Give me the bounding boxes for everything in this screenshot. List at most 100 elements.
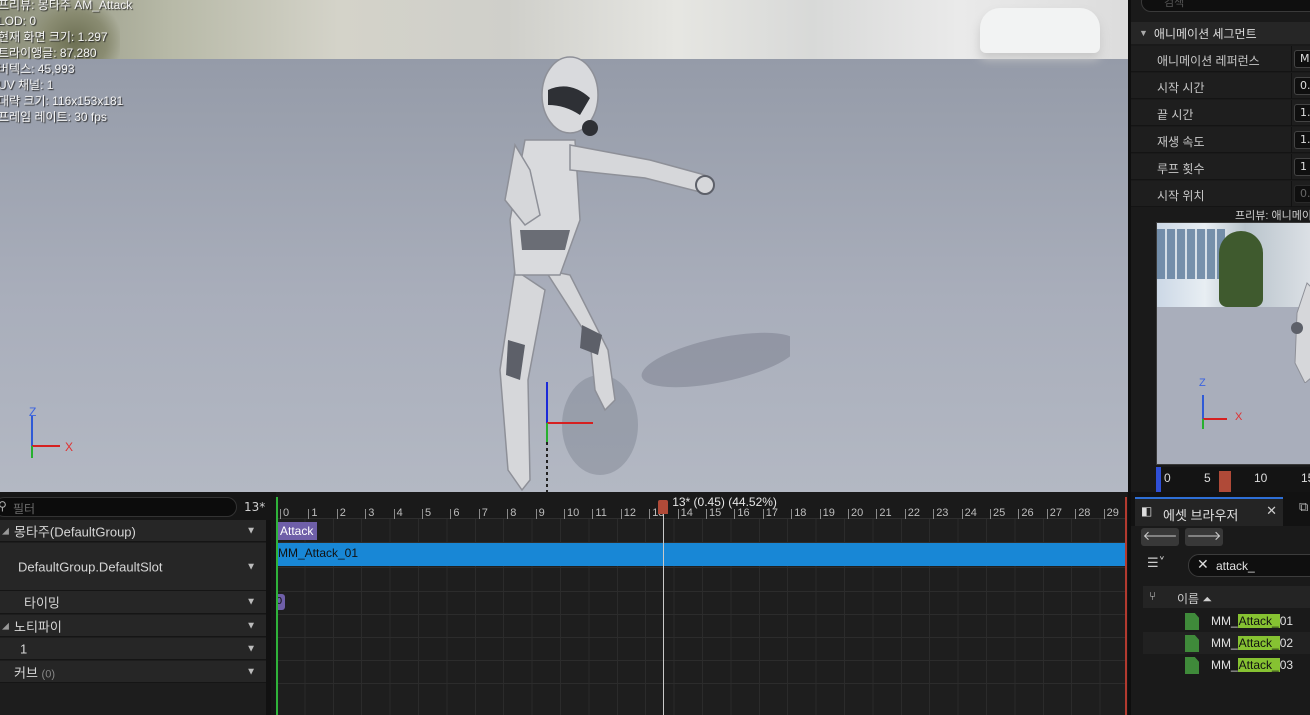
expand-arrow-icon[interactable]: ◢ — [2, 525, 9, 536]
start-marker — [276, 497, 278, 715]
track-filter-input[interactable]: ⚲ 필터 — [0, 497, 237, 517]
preview-character — [1291, 282, 1310, 383]
chevron-down-icon[interactable]: ▼ — [246, 561, 256, 572]
ruler-tick-label: 28 — [1078, 507, 1091, 519]
slot-animation-segment[interactable]: MM_Attack_01 — [276, 543, 1127, 566]
tab-overflow-icon[interactable]: ⧉ — [1299, 500, 1308, 515]
preview-playhead[interactable] — [1219, 471, 1231, 492]
chevron-down-icon[interactable]: ▼ — [246, 620, 256, 631]
track-timing[interactable]: 타이밍 ▼ — [0, 591, 266, 614]
filter-icon[interactable]: ☰˅ — [1147, 556, 1165, 571]
ruler-tick-line — [734, 509, 736, 519]
ruler-tick-label: 3 — [368, 507, 375, 519]
curve-count: (0) — [41, 668, 55, 680]
ruler-tick-label: 26 — [1021, 507, 1034, 519]
ruler-tick-label: 11 — [595, 507, 607, 519]
expand-arrow-icon[interactable]: ◢ — [2, 620, 9, 631]
playhead-handle[interactable] — [658, 500, 669, 514]
close-icon[interactable]: ✕ — [1266, 504, 1277, 519]
asset-search-input[interactable]: ✕ attack_ — [1188, 554, 1310, 577]
tab-asset-browser[interactable]: ◧ 에셋 브라우저 ✕ — [1135, 497, 1283, 526]
stat-screen-size: 현재 화면 크기: 1.297 — [0, 30, 108, 44]
clear-search-icon[interactable]: ✕ — [1197, 557, 1209, 573]
preview-tick: 5 — [1204, 471, 1211, 485]
background-car — [980, 8, 1100, 53]
preview-tick: 0 — [1164, 471, 1171, 485]
preview-start-marker — [1156, 467, 1161, 492]
prop-divider[interactable] — [1291, 181, 1292, 207]
branch-icon[interactable]: ⑂ — [1149, 589, 1156, 603]
axis-x-label: X — [65, 440, 74, 454]
asset-name-match: Attack_ — [1237, 614, 1280, 628]
montage-section-label[interactable]: Attack — [276, 522, 318, 540]
asset-name-suffix: 03 — [1279, 658, 1294, 672]
mannequin-character[interactable] — [430, 50, 790, 492]
ruler-tick-line — [791, 509, 793, 519]
prop-divider[interactable] — [1291, 154, 1292, 180]
asset-list-header[interactable]: ⑂ 이름 ⏶ — [1143, 586, 1310, 608]
prop-divider[interactable] — [1291, 100, 1292, 126]
asset-name-prefix: MM_ — [1211, 658, 1238, 672]
forward-button[interactable]: 🡒 — [1185, 528, 1223, 546]
track-label: 타이밍 — [24, 595, 60, 611]
track-notify-1[interactable]: 1 ▼ — [0, 638, 266, 660]
chevron-down-icon[interactable]: ▼ — [246, 525, 256, 536]
prop-divider[interactable] — [1291, 127, 1292, 153]
track-default-slot[interactable]: DefaultGroup.DefaultSlot ▼ — [0, 543, 266, 591]
start-position-field[interactable]: 0.0 — [1294, 185, 1310, 203]
asset-item[interactable]: MM_Attack_02 — [1143, 632, 1310, 654]
track-label: DefaultGroup.DefaultSlot — [18, 559, 163, 574]
collapse-arrow-icon[interactable]: ▼ — [1139, 28, 1148, 38]
column-name[interactable]: 이름 ⏶ — [1177, 590, 1212, 607]
tab-title: 에셋 브라우저 — [1163, 508, 1239, 523]
details-search-input[interactable]: 검색 — [1141, 0, 1310, 12]
ruler-tick-line — [564, 509, 565, 519]
prop-divider[interactable] — [1291, 73, 1292, 99]
end-time-field[interactable]: 1.0 — [1294, 104, 1310, 122]
preview-timeline[interactable]: 0 5 10 15 — [1156, 467, 1310, 492]
track-count: 13* — [244, 500, 266, 514]
prop-end-time: 끝 시간 1.0 — [1131, 100, 1310, 126]
asset-item[interactable]: MM_Attack_01 — [1143, 610, 1310, 632]
ruler-tick-line — [308, 509, 310, 519]
play-rate-field[interactable]: 1.0 — [1294, 131, 1310, 149]
animation-preview-viewport[interactable]: Z X — [1156, 222, 1310, 465]
axis-z-label: Z — [29, 405, 37, 419]
section-animation-segment[interactable]: ▼ 애니메이션 세그먼트 — [1131, 22, 1310, 44]
prop-anim-reference: 애니메이션 레퍼런스 MM — [1131, 46, 1310, 72]
start-time-field[interactable]: 0.0 — [1294, 77, 1310, 95]
preview-axis-x-label: X — [1235, 411, 1243, 423]
montage-timeline[interactable]: 0123456789101112131415161718192021222324… — [276, 492, 1127, 715]
track-curves-text: 커브 (0) — [14, 662, 55, 681]
asset-name: MM_Attack_02 — [1211, 636, 1293, 650]
loop-count-field[interactable]: 1 — [1294, 158, 1310, 176]
ruler-tick-label: 25 — [993, 507, 1006, 519]
ruler-tick-label: 18 — [794, 507, 807, 519]
chevron-down-icon[interactable]: ▼ — [246, 666, 256, 677]
prop-label: 시작 시간 — [1157, 81, 1205, 95]
asset-item[interactable]: MM_Attack_03 — [1143, 654, 1310, 676]
track-curves[interactable]: 커브 (0) ▼ — [0, 661, 266, 683]
prop-label: 애니메이션 레퍼런스 — [1157, 54, 1260, 68]
track-divider — [276, 567, 1127, 568]
ruler-tick-line — [677, 509, 679, 519]
preview-building — [1157, 229, 1227, 279]
animation-file-icon — [1185, 613, 1199, 630]
track-divider — [276, 660, 1127, 661]
details-panel: 검색 ▼ 애니메이션 세그먼트 애니메이션 레퍼런스 MM 시작 시간 0.0 … — [1128, 0, 1310, 492]
ruler-tick-line — [990, 509, 991, 519]
chevron-down-icon[interactable]: ▼ — [246, 597, 256, 608]
ruler-tick-line — [1018, 509, 1020, 519]
track-notifies[interactable]: ◢ 노티파이 ▼ — [0, 615, 266, 637]
prop-label: 루프 횟수 — [1157, 162, 1205, 176]
anim-reference-field[interactable]: MM — [1294, 50, 1310, 68]
prop-divider[interactable] — [1291, 46, 1292, 72]
chevron-down-icon[interactable]: ▼ — [246, 643, 256, 654]
preview-tree — [1219, 231, 1263, 307]
preview-viewport[interactable]: 프리뷰: 몽타주 AM_Attack LOD: 0 현재 화면 크기: 1.29… — [0, 0, 1128, 492]
ruler-tick-line — [620, 509, 622, 519]
track-montage-group[interactable]: ◢ 몽타주(DefaultGroup) ▼ — [0, 520, 266, 542]
ruler-tick-line — [1046, 509, 1048, 519]
back-button[interactable]: 🡐 — [1141, 528, 1179, 546]
ruler-tick-label: 10 — [567, 507, 580, 519]
